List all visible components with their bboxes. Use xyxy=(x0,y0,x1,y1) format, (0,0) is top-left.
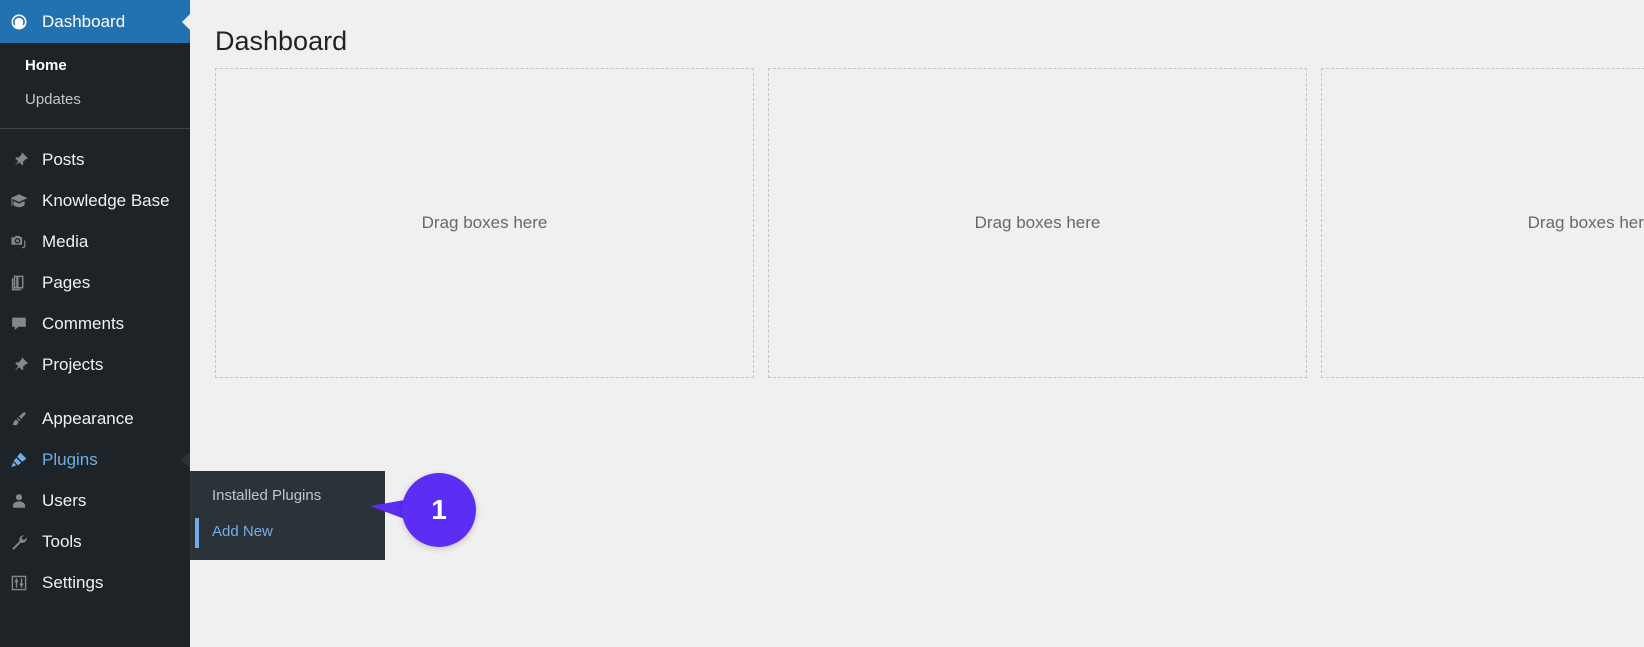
current-menu-arrow-icon xyxy=(182,13,190,30)
sidebar-item-users[interactable]: Users xyxy=(0,480,190,521)
sidebar-item-projects[interactable]: Projects xyxy=(0,344,190,385)
sidebar-item-label: Projects xyxy=(42,355,104,374)
sidebar-item-label: Appearance xyxy=(42,409,134,428)
drop-zone-label: Drag boxes here xyxy=(974,213,1101,232)
sidebar-item-label: Knowledge Base xyxy=(42,191,170,210)
sidebar-item-label: Comments xyxy=(42,314,125,333)
pin-icon xyxy=(9,355,37,375)
sidebar-item-pages[interactable]: Pages xyxy=(0,262,190,303)
page-title: Dashboard xyxy=(215,26,348,56)
main-content: Dashboard Drag boxes here Drag boxes her… xyxy=(190,0,1644,647)
drop-zone-2[interactable]: Drag boxes here xyxy=(768,68,1307,378)
dashboard-gauge-icon xyxy=(9,12,37,32)
sidebar-item-label: Tools xyxy=(42,532,82,551)
submenu-item-home[interactable]: Home xyxy=(0,49,190,83)
sliders-icon xyxy=(9,573,37,593)
submenu-item-updates[interactable]: Updates xyxy=(0,83,190,117)
sidebar-item-tools[interactable]: Tools xyxy=(0,521,190,562)
sidebar-item-label: Media xyxy=(42,232,89,251)
flyout-item-installed-plugins[interactable]: Installed Plugins xyxy=(190,478,385,514)
drop-zone-1[interactable]: Drag boxes here xyxy=(215,68,754,378)
sidebar-item-label: Pages xyxy=(42,273,91,292)
comment-bubble-icon xyxy=(9,314,37,334)
flyout-item-add-new[interactable]: Add New xyxy=(190,514,385,550)
sidebar-item-label: Plugins xyxy=(42,450,98,469)
sidebar-item-appearance[interactable]: Appearance xyxy=(0,398,190,439)
drop-zone-label: Drag boxes here xyxy=(421,213,548,232)
plugins-flyout-submenu: Installed Plugins Add New xyxy=(190,471,385,560)
plug-icon xyxy=(9,450,37,470)
dashboard-submenu: Home Updates xyxy=(0,43,190,128)
sidebar-item-posts[interactable]: Posts xyxy=(0,139,190,180)
sidebar-item-label: Posts xyxy=(42,150,85,169)
wrench-icon xyxy=(9,532,37,552)
paintbrush-icon xyxy=(9,409,37,429)
sidebar-item-plugins[interactable]: Plugins xyxy=(0,439,191,480)
drop-zone-label: Drag boxes here xyxy=(1527,213,1644,232)
menu-divider xyxy=(0,128,190,129)
sidebar-item-label: Settings xyxy=(42,573,104,592)
drop-zone-3[interactable]: Drag boxes here xyxy=(1321,68,1644,378)
sidebar-item-label: Users xyxy=(42,491,87,510)
pin-icon xyxy=(9,150,37,170)
sidebar-item-knowledge-base[interactable]: Knowledge Base xyxy=(0,180,190,221)
menu-group-gap xyxy=(0,385,190,398)
sidebar-item-media[interactable]: Media xyxy=(0,221,190,262)
graduation-cap-icon xyxy=(9,191,37,211)
pages-icon xyxy=(9,273,37,293)
user-icon xyxy=(9,491,37,511)
sidebar-item-dashboard[interactable]: Dashboard xyxy=(0,0,190,43)
wordpress-admin-screen: Dashboard Home Updates Posts Knowledge B… xyxy=(0,0,1644,647)
media-camera-icon xyxy=(9,232,37,252)
sidebar-item-settings[interactable]: Settings xyxy=(0,562,190,603)
admin-sidebar: Dashboard Home Updates Posts Knowledge B… xyxy=(0,0,191,647)
sidebar-item-comments[interactable]: Comments xyxy=(0,303,190,344)
dashboard-widget-area: Drag boxes here Drag boxes here Drag box… xyxy=(215,68,1644,378)
sidebar-item-label: Dashboard xyxy=(42,12,126,31)
